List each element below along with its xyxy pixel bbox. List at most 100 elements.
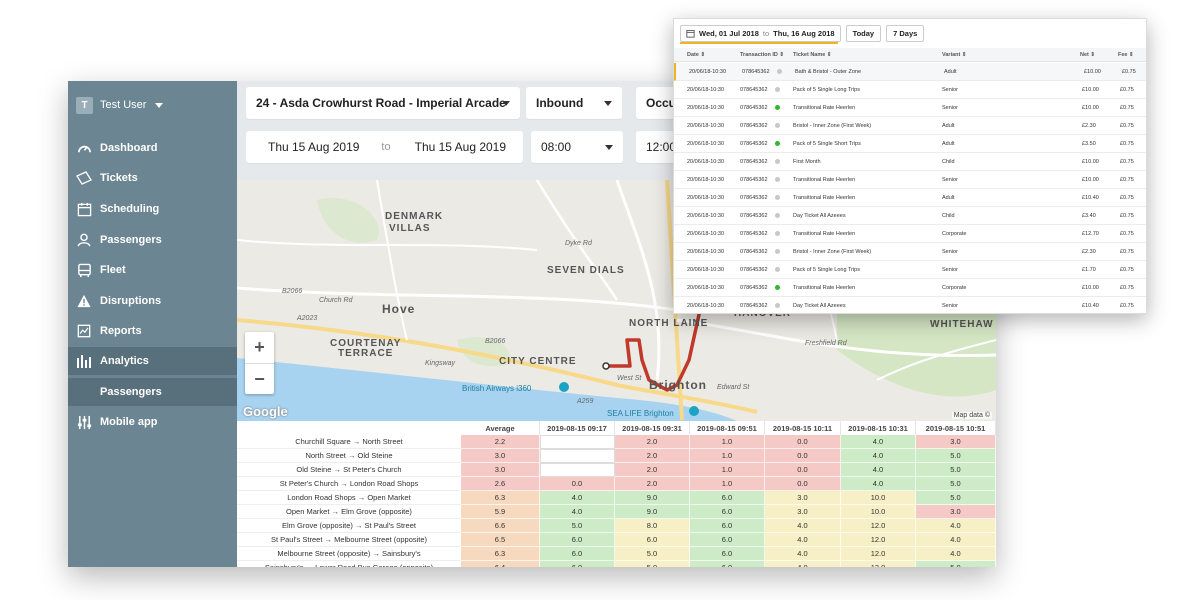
transaction-row[interactable]: 20/06/18-10:30 078645362 Transitional Rate… xyxy=(674,99,1146,117)
grid-column-header[interactable]: 2019-08-15 09:31 xyxy=(615,421,690,435)
grid-cell[interactable]: 6.0 xyxy=(540,561,615,567)
grid-cell[interactable]: 1.0 xyxy=(690,449,765,463)
grid-cell[interactable]: 0.0 xyxy=(540,477,615,491)
transaction-row[interactable]: 20/06/18-10:30 078645362 Bristol - Inner Z… xyxy=(674,117,1146,135)
grid-cell[interactable]: 4.0 xyxy=(916,533,996,547)
grid-cell[interactable]: 6.0 xyxy=(690,547,765,561)
grid-cell[interactable]: 13.0 xyxy=(841,561,916,567)
grid-cell[interactable]: 4.0 xyxy=(841,463,916,477)
grid-cell[interactable]: 5.0 xyxy=(916,561,996,567)
grid-cell[interactable] xyxy=(540,449,615,463)
transactions-date-range[interactable]: Wed, 01 Jul 2018 to Thu, 16 Aug 2018 xyxy=(680,25,841,42)
transaction-row[interactable]: 20/06/18-10:30 078645362 Transitional Rate… xyxy=(674,279,1146,297)
grid-cell[interactable]: 5.9 xyxy=(461,505,540,519)
grid-cell[interactable]: 5.0 xyxy=(615,547,690,561)
sidebar-item-analytics[interactable]: Analytics xyxy=(68,347,237,375)
zoom-out-button[interactable]: − xyxy=(245,363,274,394)
column-header-variant[interactable]: Variant ⇕ xyxy=(942,48,966,61)
grid-cell[interactable]: 6.6 xyxy=(461,519,540,533)
grid-cell[interactable]: 2.2 xyxy=(461,435,540,449)
column-header-fee[interactable]: Fee ⇕ xyxy=(1118,48,1134,61)
column-header-ticket-name[interactable]: Ticket Name ⇕ xyxy=(793,48,831,61)
grid-cell[interactable] xyxy=(540,435,615,449)
transaction-row[interactable]: 20/06/18-10:30 078645362 Day Ticket All Az… xyxy=(674,297,1146,313)
sidebar-item-scheduling[interactable]: Scheduling xyxy=(68,195,237,223)
grid-cell[interactable]: 0.0 xyxy=(765,449,841,463)
grid-cell[interactable]: 6.0 xyxy=(690,491,765,505)
grid-cell[interactable]: 5.0 xyxy=(916,449,996,463)
grid-cell[interactable]: 12.0 xyxy=(841,547,916,561)
grid-cell[interactable]: 6.0 xyxy=(540,547,615,561)
transaction-row[interactable]: 20/06/18-10:30 078645362 Pack of 5 Single … xyxy=(674,81,1146,99)
grid-cell[interactable]: 6.0 xyxy=(540,533,615,547)
time-from-select[interactable]: 08:00 xyxy=(531,131,623,163)
grid-cell[interactable]: 0.0 xyxy=(765,463,841,477)
grid-cell[interactable]: 2.0 xyxy=(615,477,690,491)
date-from[interactable]: Thu 15 Aug 2019 xyxy=(246,140,359,154)
grid-cell[interactable]: 4.0 xyxy=(916,547,996,561)
sidebar-item-tickets[interactable]: Tickets xyxy=(68,164,237,192)
grid-cell[interactable]: 5.0 xyxy=(615,561,690,567)
date-range-picker[interactable]: Thu 15 Aug 2019 to Thu 15 Aug 2019 xyxy=(246,131,523,163)
grid-cell[interactable]: 10.0 xyxy=(841,505,916,519)
grid-cell[interactable]: 4.0 xyxy=(841,477,916,491)
grid-cell[interactable]: 6.0 xyxy=(690,561,765,567)
grid-cell[interactable]: 4.0 xyxy=(765,547,841,561)
grid-cell[interactable]: 3.0 xyxy=(765,491,841,505)
sidebar-item-fleet[interactable]: Fleet xyxy=(68,256,237,284)
direction-select[interactable]: Inbound xyxy=(526,87,622,119)
grid-column-header[interactable]: 2019-08-15 10:31 xyxy=(841,421,916,435)
grid-cell[interactable]: 4.0 xyxy=(540,491,615,505)
date-to[interactable]: Thu 15 Aug 2019 xyxy=(391,140,506,154)
grid-cell[interactable]: 4.0 xyxy=(765,561,841,567)
grid-cell[interactable]: 6.0 xyxy=(690,519,765,533)
attraction-marker[interactable] xyxy=(559,382,569,392)
today-button[interactable]: Today xyxy=(845,25,882,42)
grid-cell[interactable]: 4.0 xyxy=(765,519,841,533)
grid-cell[interactable]: 4.0 xyxy=(916,519,996,533)
grid-cell[interactable]: 5.0 xyxy=(916,477,996,491)
grid-cell[interactable]: 2.0 xyxy=(615,449,690,463)
transaction-row[interactable]: 20/06/18-10:30 078645362 Transitional Rate… xyxy=(674,171,1146,189)
grid-cell[interactable]: 10.0 xyxy=(841,491,916,505)
zoom-in-button[interactable]: + xyxy=(245,332,274,363)
sidebar-item-mobile-app[interactable]: Mobile app xyxy=(68,408,237,436)
map-attribution[interactable]: Map data © xyxy=(951,412,992,419)
user-menu[interactable]: T Test User xyxy=(76,95,164,115)
grid-cell[interactable]: 12.0 xyxy=(841,533,916,547)
grid-column-header[interactable]: Average xyxy=(461,421,540,435)
transaction-row[interactable]: 20/06/18-10:30 078645362 Transitional Rate… xyxy=(674,189,1146,207)
grid-cell[interactable]: 6.0 xyxy=(690,505,765,519)
grid-cell[interactable]: 6.0 xyxy=(615,533,690,547)
grid-column-header[interactable]: 2019-08-15 09:17 xyxy=(540,421,615,435)
grid-column-header[interactable]: 2019-08-15 10:11 xyxy=(765,421,841,435)
transaction-row[interactable]: 20/06/18-10:30 078645362 First Month Child £… xyxy=(674,153,1146,171)
grid-cell[interactable]: 3.0 xyxy=(461,449,540,463)
grid-cell[interactable]: 1.0 xyxy=(690,463,765,477)
grid-cell[interactable]: 2.0 xyxy=(615,463,690,477)
grid-cell[interactable]: 5.0 xyxy=(916,491,996,505)
grid-cell[interactable]: 12.0 xyxy=(841,519,916,533)
grid-cell[interactable]: 2.6 xyxy=(461,477,540,491)
column-header-net[interactable]: Net ⇕ xyxy=(1080,48,1095,61)
sidebar-item-disruptions[interactable]: Disruptions xyxy=(68,287,237,315)
grid-cell[interactable]: 1.0 xyxy=(690,435,765,449)
sidebar-item-dashboard[interactable]: Dashboard xyxy=(68,134,237,162)
grid-column-header[interactable]: 2019-08-15 10:51 xyxy=(916,421,996,435)
transaction-row[interactable]: 20/06/18-10:30 078645362 Pack of 5 Single … xyxy=(674,261,1146,279)
route-select[interactable]: 24 - Asda Crowhurst Road - Imperial Arca… xyxy=(246,87,520,119)
sidebar-item-passengers[interactable]: Passengers xyxy=(68,226,237,254)
grid-cell[interactable]: 6.4 xyxy=(461,561,540,567)
grid-cell[interactable]: 9.0 xyxy=(615,505,690,519)
transaction-row[interactable]: 20/06/18-10:30 078645362 Pack of 5 Single … xyxy=(674,135,1146,153)
grid-cell[interactable]: 1.0 xyxy=(690,477,765,491)
grid-cell[interactable] xyxy=(540,463,615,477)
grid-cell[interactable]: 5.0 xyxy=(540,519,615,533)
grid-cell[interactable]: 6.0 xyxy=(690,533,765,547)
transaction-row[interactable]: 20/06/18-10:30 078645362 Transitional Rate… xyxy=(674,225,1146,243)
grid-cell[interactable]: 9.0 xyxy=(615,491,690,505)
grid-cell[interactable]: 5.0 xyxy=(916,463,996,477)
sidebar-subitem-passengers[interactable]: Passengers xyxy=(68,378,237,406)
seven-days-button[interactable]: 7 Days xyxy=(886,25,925,42)
column-header-date[interactable]: Date ⇕ xyxy=(687,48,705,61)
